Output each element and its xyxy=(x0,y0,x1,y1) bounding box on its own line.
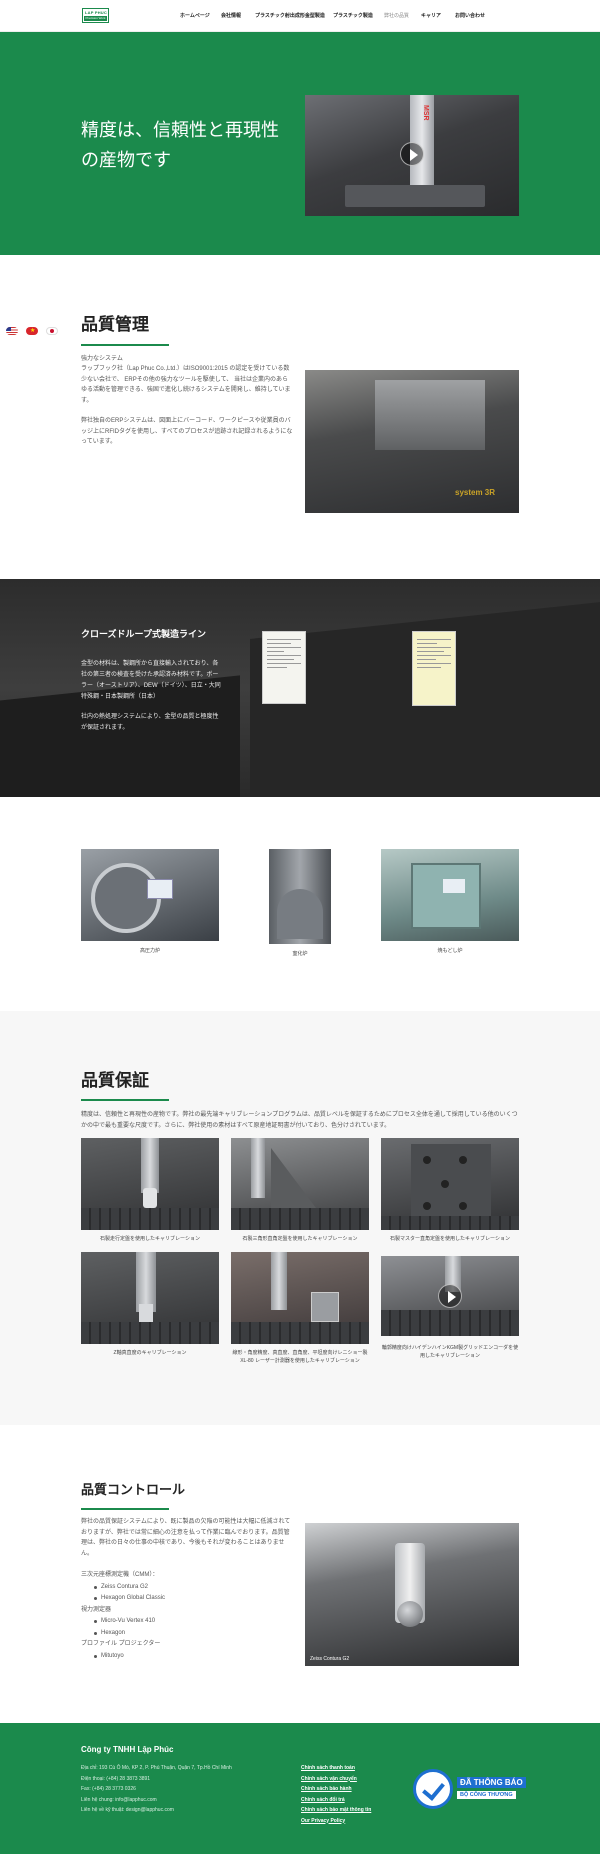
list-item: Micro-Vu Vertex 410 xyxy=(81,1616,293,1628)
qa-caption: Z軸真直度のキャリブレーション xyxy=(113,1350,187,1356)
jp-flag-icon[interactable] xyxy=(46,327,58,335)
nav-company[interactable]: 会社情報 xyxy=(221,12,241,19)
certificate-document[interactable] xyxy=(412,631,456,706)
qc-group-label: 視力測定器 xyxy=(81,1606,112,1613)
qa-caption: 輪郭精度向けハイデンハインKGM製グリッドエンコーダを使用したキャリブレーション xyxy=(381,1345,519,1359)
play-icon[interactable] xyxy=(438,1284,462,1308)
footer-contact-info: Địa chỉ: 193 Cù Ô Mò, KP 2, P. Phú Thuận… xyxy=(81,1763,232,1816)
footer-link[interactable]: Chính sách đổi trả xyxy=(301,1795,371,1806)
qa-caption: 石製走行定盤を使用したキャリブレーション xyxy=(100,1236,200,1242)
cmm-ball xyxy=(397,1601,423,1627)
site-footer: Công ty TNHH Lập Phúc Địa chỉ: 193 Cù Ô … xyxy=(0,1723,600,1854)
list-item: Hexagon Global Classic xyxy=(81,1593,293,1605)
qa-caption: 線形・角度精度、真直度、直角度、平坦度向けレニショー製 XL-80 レーザー計測… xyxy=(232,1350,368,1364)
qc-title: 品質コントロール xyxy=(81,1483,186,1498)
furnace-caption: 焼もどし炉 xyxy=(437,948,463,954)
play-icon[interactable] xyxy=(400,142,424,166)
nav-home[interactable]: ホームページ xyxy=(180,12,210,19)
qc-group-label: 三次元座標測定機（CMM）： xyxy=(81,1572,159,1578)
machine-base xyxy=(345,185,485,207)
footer-general-email[interactable]: Liên hệ chung: info@lapphuc.com xyxy=(81,1795,232,1806)
qm-para-1: ラップフック社（Lap Phuc Co.,Ltd.）はISO9001:2015 … xyxy=(81,366,291,404)
site-header: LAP PHUC Precision Work ホームページ 会社情報 プラスチ… xyxy=(0,0,600,32)
nav-plastic[interactable]: プラスチック製造 xyxy=(333,12,373,19)
vn-flag-icon[interactable]: ★ xyxy=(26,327,38,335)
hero-video[interactable]: MSR xyxy=(305,95,519,216)
workpiece xyxy=(375,380,485,450)
qm-title: 品質管理 xyxy=(81,315,149,335)
qm-underline xyxy=(81,344,169,346)
footer-link[interactable]: Chính sách vận chuyển xyxy=(301,1774,371,1785)
closed-loop-title: クローズドループ式製造ライン xyxy=(81,629,207,639)
footer-address: Địa chỉ: 193 Cù Ô Mò, KP 2, P. Phú Thuận… xyxy=(81,1765,232,1771)
qa-intro: 精度は、信頼性と再現性の産物です。弊社の最先端キャリブレーションプログラムは、品… xyxy=(81,1112,518,1129)
furnace-panel xyxy=(147,879,173,899)
nav-contact[interactable]: お問い合わせ xyxy=(455,12,485,19)
furnace-photo xyxy=(81,849,219,941)
qm-para-2: 弊社独自のERPシステムは、図面上にバーコード、ワークピースや従業員のバッジ上に… xyxy=(81,418,293,445)
furnace-photo xyxy=(381,849,519,941)
qm-photo-label: system 3R xyxy=(455,488,496,497)
ministry-badge[interactable]: ĐÃ THÔNG BÁO BỘ CÔNG THƯƠNG xyxy=(413,1769,526,1809)
footer-link[interactable]: Chính sách bảo mật thông tin xyxy=(301,1805,371,1816)
calibration-photo xyxy=(381,1138,519,1230)
qa-caption: 石製マスター直角定盤を使用したキャリブレーション xyxy=(390,1236,510,1242)
footer-company: Công ty TNHH Lập Phúc xyxy=(81,1745,174,1754)
hero-title: 精度は、信頼性と再現性の産物です xyxy=(81,120,279,171)
us-flag-icon[interactable] xyxy=(6,327,18,335)
closed-loop-para-1: 金型の材料は、製鋼所から直接輸入されており、各社の第三者の検査を受けた承認済み材… xyxy=(81,661,221,700)
footer-technical-email[interactable]: Liên hệ về kỹ thuật: design@lapphuc.com xyxy=(81,1805,232,1816)
list-item: Hexagon xyxy=(81,1628,293,1640)
video-brand-label: MSR xyxy=(422,105,429,121)
footer-phone: Điện thoại: (+84) 28 3873 3891 xyxy=(81,1775,151,1782)
badge-line-1: ĐÃ THÔNG BÁO xyxy=(457,1777,526,1788)
furnace-caption: 高圧力炉 xyxy=(139,948,160,954)
list-item: Zeiss Contura G2 xyxy=(81,1582,293,1594)
calibration-photo xyxy=(231,1252,369,1344)
calibration-photo xyxy=(231,1138,369,1230)
calibration-video[interactable] xyxy=(381,1256,519,1336)
qc-photo-caption: Zeiss Contura G2 xyxy=(310,1656,350,1662)
footer-link[interactable]: Chính sách bảo hành xyxy=(301,1784,371,1795)
footer-link[interactable]: Our Privacy Policy xyxy=(301,1816,371,1827)
qc-photo: Zeiss Contura G2 xyxy=(305,1523,519,1666)
nav-quality[interactable]: 弊社の品質 xyxy=(384,12,409,19)
qa-underline xyxy=(81,1099,169,1101)
furnace-panel xyxy=(443,879,465,893)
furnace-caption: 窒化炉 xyxy=(292,951,308,957)
calibration-photo xyxy=(81,1138,219,1230)
qa-caption: 石製三角形直角定盤を使用したキャリブレーション xyxy=(242,1236,358,1242)
qc-equipment-list: 三次元座標測定機（CMM）： Zeiss Contura G2 Hexagon … xyxy=(81,1570,293,1662)
qc-underline xyxy=(81,1508,169,1510)
qc-intro: 弊社の品質保証システムにより、既に製品の欠陥の可能性は大幅に低減されておりますが… xyxy=(81,1519,291,1557)
list-item: Mitutoyo xyxy=(81,1651,293,1663)
nav-mold[interactable]: プラスチック射出成形金型製造 xyxy=(255,12,325,19)
main-nav: ホームページ 会社情報 プラスチック射出成形金型製造 プラスチック製造 弊社の品… xyxy=(0,12,600,22)
footer-link[interactable]: Chính sách thanh toán xyxy=(301,1763,371,1774)
certificate-document[interactable] xyxy=(262,631,306,704)
qc-group-label: プロファイル プロジェクター xyxy=(81,1641,161,1647)
checkmark-icon xyxy=(413,1769,453,1809)
footer-policy-links: Chính sách thanh toán Chính sách vận chu… xyxy=(301,1763,371,1826)
footer-fax: Fax: (+84) 28 3773 0326 xyxy=(81,1786,136,1792)
hero-section: 精度は、信頼性と再現性の産物です MSR xyxy=(0,32,600,255)
qm-photo: system 3R xyxy=(305,370,519,513)
furnace-vessel xyxy=(277,889,323,939)
calibration-photo xyxy=(81,1252,219,1344)
closed-loop-para-2: 社内の熱処理システムにより、金型の品質と極度性が保証されます。 xyxy=(81,714,219,731)
furnace-cabinet xyxy=(411,863,481,929)
badge-line-2: BỘ CÔNG THƯƠNG xyxy=(457,1791,516,1799)
qa-title: 品質保証 xyxy=(81,1071,149,1091)
page: LAP PHUC Precision Work ホームページ 会社情報 プラスチ… xyxy=(0,0,600,1854)
furnace-photo xyxy=(269,849,331,944)
qm-subtitle: 強力なシステム xyxy=(81,356,123,362)
nav-career[interactable]: キャリア xyxy=(421,12,441,19)
closed-loop-section: クローズドループ式製造ライン 金型の材料は、製鋼所から直接輸入されており、各社の… xyxy=(0,579,600,797)
